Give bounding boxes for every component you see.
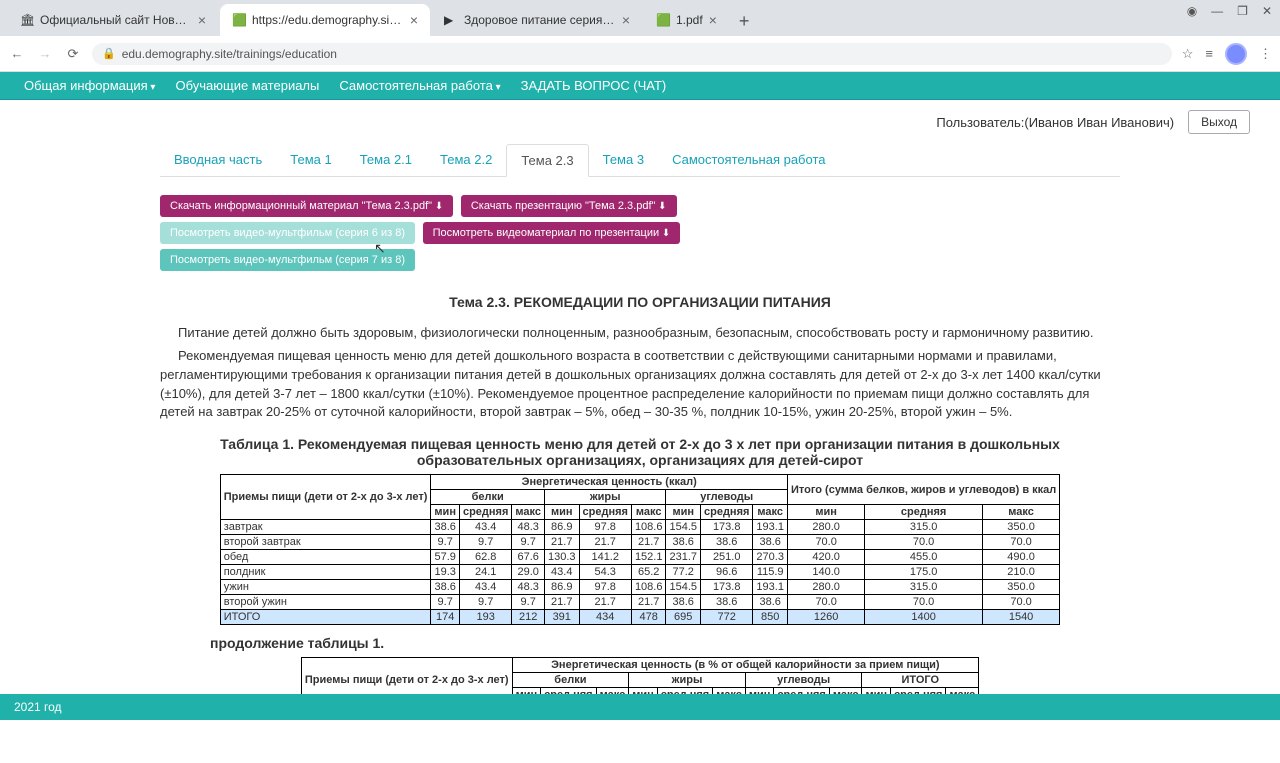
avatar[interactable] (1225, 43, 1247, 65)
paragraph-1: Питание детей должно быть здоровым, физи… (160, 324, 1120, 343)
nav-selfwork[interactable]: Самостоятельная работа (329, 74, 510, 97)
favicon: 🏛 (20, 13, 34, 27)
tab-6[interactable]: Самостоятельная работа (658, 144, 839, 176)
address-bar: ← → ⟳ 🔒 edu.demography.site/trainings/ed… (0, 36, 1280, 72)
video-cartoon-7-button[interactable]: Посмотреть видео-мультфильм (серия 7 из … (160, 249, 415, 271)
download-material-button[interactable]: Скачать информационный материал "Тема 2.… (160, 195, 453, 217)
tab-3[interactable]: Тема 2.2 (426, 144, 506, 176)
tab-title: Официальный сайт Новосиби (40, 13, 192, 27)
tab-4[interactable]: Тема 2.3 (506, 144, 588, 177)
tab-title: https://edu.demography.site/trai (252, 13, 404, 27)
lock-icon: 🔒 (102, 47, 116, 60)
favicon: ▶ (444, 13, 458, 27)
tab-5[interactable]: Тема 3 (589, 144, 658, 176)
main-nav: Общая информация Обучающие материалы Сам… (0, 72, 1280, 100)
footer: 2021 год (0, 694, 1280, 720)
incognito-icon[interactable]: ◉ (1187, 4, 1197, 18)
action-buttons: Скачать информационный материал "Тема 2.… (160, 195, 1120, 276)
menu-icon[interactable]: ⋮ (1259, 46, 1272, 62)
reload-icon[interactable]: ⟳ (64, 46, 82, 62)
close-icon[interactable]: × (622, 12, 630, 28)
user-bar: Пользователь:(Иванов Иван Иванович) Выхо… (0, 100, 1280, 144)
favicon: 🟩 (656, 13, 670, 27)
paragraph-2: Рекомендуемая пищевая ценность меню для … (160, 347, 1120, 422)
tab-1[interactable]: Тема 1 (276, 144, 345, 176)
maximize-icon[interactable]: ❐ (1237, 4, 1248, 18)
browser-tabstrip: 🏛 Официальный сайт Новосиби × 🟩 https://edu… (0, 0, 1280, 36)
video-cartoon-6-button[interactable]: Посмотреть видео-мультфильм (серия 6 из … (160, 222, 415, 244)
browser-tab-1[interactable]: 🟩 https://edu.demography.site/trai × (220, 4, 430, 36)
close-icon[interactable]: × (198, 12, 206, 28)
logout-button[interactable]: Выход (1188, 110, 1250, 134)
table-1: Приемы пищи (дети от 2-х до 3-х лет)Энер… (220, 474, 1061, 625)
star-icon[interactable]: ☆ (1182, 46, 1194, 62)
nav-general[interactable]: Общая информация (14, 74, 165, 97)
back-icon[interactable]: ← (8, 46, 26, 61)
forward-icon[interactable]: → (36, 46, 54, 61)
tab-2[interactable]: Тема 2.1 (346, 144, 426, 176)
tab-title: Здоровое питание серия 2 - Yo (464, 13, 616, 27)
url-text: edu.demography.site/trainings/education (122, 47, 337, 61)
nav-materials[interactable]: Обучающие материалы (165, 74, 329, 97)
video-presentation-button[interactable]: Посмотреть видеоматериал по презентации (423, 222, 681, 244)
browser-tab-2[interactable]: ▶ Здоровое питание серия 2 - Yo × (432, 4, 642, 36)
tab-0[interactable]: Вводная часть (160, 144, 276, 176)
browser-tab-0[interactable]: 🏛 Официальный сайт Новосиби × (8, 4, 218, 36)
article-heading: Тема 2.3. РЕКОМЕДАЦИИ ПО ОРГАНИЗАЦИИ ПИТ… (160, 294, 1120, 310)
user-label: Пользователь:(Иванов Иван Иванович) (936, 115, 1174, 130)
close-icon[interactable]: × (709, 12, 717, 28)
download-presentation-button[interactable]: Скачать презентацию "Тема 2.3.pdf" (461, 195, 677, 217)
tab-title: 1.pdf (676, 13, 703, 27)
close-window-icon[interactable]: ✕ (1262, 4, 1272, 18)
favicon: 🟩 (232, 13, 246, 27)
browser-tab-3[interactable]: 🟩 1.pdf × (644, 4, 729, 36)
url-input[interactable]: 🔒 edu.demography.site/trainings/educatio… (92, 43, 1172, 65)
extensions-icon[interactable]: ≡ (1205, 46, 1213, 61)
close-icon[interactable]: × (410, 12, 418, 28)
content-tabs: Вводная частьТема 1Тема 2.1Тема 2.2Тема … (160, 144, 1120, 177)
new-tab-button[interactable]: + (731, 7, 758, 36)
table1-title: Таблица 1. Рекомендуемая пищевая ценност… (220, 436, 1060, 468)
table1-continuation: продолжение таблицы 1. (210, 635, 1120, 651)
nav-chat[interactable]: ЗАДАТЬ ВОПРОС (ЧАТ) (511, 74, 677, 97)
minimize-icon[interactable]: — (1211, 4, 1223, 18)
